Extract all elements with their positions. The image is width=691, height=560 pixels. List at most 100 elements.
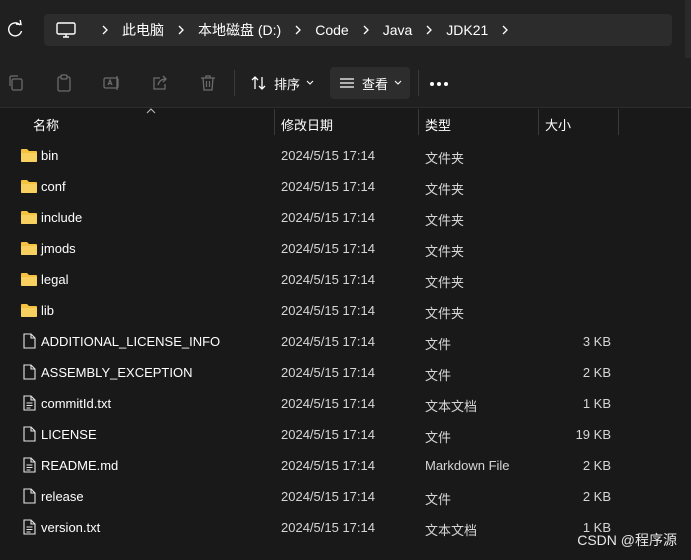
file-row[interactable]: release 2024/5/15 17:14 文件 2 KB — [0, 481, 691, 512]
view-label: 查看 — [362, 76, 389, 92]
breadcrumb-item-this-pc[interactable]: 此电脑 — [122, 20, 164, 40]
file-name: commitId.txt — [41, 396, 112, 411]
chevron-right-icon[interactable] — [498, 23, 512, 37]
file-type: 文件夹 — [425, 182, 465, 197]
breadcrumb-item-java[interactable]: Java — [383, 22, 413, 38]
breadcrumb-item-drive-d[interactable]: 本地磁盘 (D:) — [198, 20, 281, 40]
file-date: 2024/5/15 17:14 — [281, 303, 375, 318]
address-bar: 此电脑 本地磁盘 (D:) Code Java JDK21 — [0, 0, 691, 58]
file-type: 文件 — [425, 492, 452, 507]
chevron-right-icon[interactable] — [98, 23, 112, 37]
rename-icon[interactable] — [102, 73, 122, 93]
column-header-date[interactable]: 修改日期 — [281, 115, 333, 134]
more-options-icon[interactable] — [430, 82, 448, 86]
file-type: 文件夹 — [425, 244, 465, 259]
file-date: 2024/5/15 17:14 — [281, 396, 375, 411]
file-type: 文本文档 — [425, 523, 478, 538]
file-name: release — [41, 489, 84, 504]
chevron-right-icon[interactable] — [422, 23, 436, 37]
file-size: 3 KB — [582, 334, 611, 349]
column-header-size[interactable]: 大小 — [545, 115, 571, 134]
file-type: 文件夹 — [425, 306, 465, 321]
file-name: LICENSE — [41, 427, 97, 442]
file-type: 文本文档 — [425, 399, 478, 414]
file-name: ASSEMBLY_EXCEPTION — [41, 365, 193, 380]
file-name: legal — [41, 272, 69, 287]
file-date: 2024/5/15 17:14 — [281, 272, 375, 287]
copy-icon[interactable] — [6, 73, 26, 93]
file-date: 2024/5/15 17:14 — [281, 520, 375, 535]
file-name: jmods — [41, 241, 76, 256]
file-icon — [23, 488, 36, 504]
share-icon[interactable] — [150, 73, 170, 93]
file-row[interactable]: conf 2024/5/15 17:14 文件夹 — [0, 171, 691, 202]
file-size: 1 KB — [582, 396, 611, 411]
file-name: include — [41, 210, 83, 225]
paste-icon[interactable] — [54, 73, 74, 93]
file-date: 2024/5/15 17:14 — [281, 210, 375, 225]
file-row[interactable]: commitId.txt 2024/5/15 17:14 文本文档 1 KB — [0, 388, 691, 419]
folder-icon — [21, 242, 37, 255]
watermark: CSDN @程序源 — [577, 532, 677, 548]
file-date: 2024/5/15 17:14 — [281, 427, 375, 442]
folder-icon — [21, 211, 37, 224]
file-row[interactable]: ASSEMBLY_EXCEPTION 2024/5/15 17:14 文件 2 … — [0, 357, 691, 388]
file-row[interactable]: include 2024/5/15 17:14 文件夹 — [0, 202, 691, 233]
column-divider[interactable] — [274, 109, 275, 135]
column-divider[interactable] — [538, 109, 539, 135]
window-edge — [685, 0, 691, 58]
file-type: Markdown File — [425, 458, 510, 473]
file-type: 文件 — [425, 337, 452, 352]
breadcrumb-item-jdk21[interactable]: JDK21 — [446, 22, 488, 38]
file-date: 2024/5/15 17:14 — [281, 458, 375, 473]
file-row[interactable]: README.md 2024/5/15 17:14 Markdown File … — [0, 450, 691, 481]
file-date: 2024/5/15 17:14 — [281, 148, 375, 163]
sort-ascending-icon — [146, 108, 156, 114]
file-row[interactable]: ADDITIONAL_LICENSE_INFO 2024/5/15 17:14 … — [0, 326, 691, 357]
file-type: 文件夹 — [425, 275, 465, 290]
file-row[interactable]: legal 2024/5/15 17:14 文件夹 — [0, 264, 691, 295]
file-icon — [23, 333, 36, 349]
file-size: 19 KB — [575, 427, 611, 442]
breadcrumb[interactable]: 此电脑 本地磁盘 (D:) Code Java JDK21 — [44, 14, 672, 46]
file-row[interactable]: LICENSE 2024/5/15 17:14 文件 19 KB — [0, 419, 691, 450]
text-file-icon — [23, 519, 36, 535]
file-name: bin — [41, 148, 59, 163]
column-header-type[interactable]: 类型 — [425, 115, 451, 134]
chevron-right-icon[interactable] — [291, 23, 305, 37]
file-icon — [23, 364, 36, 380]
file-row[interactable]: bin 2024/5/15 17:14 文件夹 — [0, 140, 691, 171]
file-size: 2 KB — [582, 458, 611, 473]
toolbar-separator — [418, 70, 419, 96]
chevron-right-icon[interactable] — [359, 23, 373, 37]
breadcrumb-item-code[interactable]: Code — [315, 22, 348, 38]
file-name: version.txt — [41, 520, 101, 535]
file-size: 2 KB — [582, 489, 611, 504]
column-header-name[interactable]: 名称 — [33, 115, 59, 134]
file-row[interactable]: jmods 2024/5/15 17:14 文件夹 — [0, 233, 691, 264]
delete-icon[interactable] — [198, 73, 218, 93]
sort-button[interactable]: 排序 — [242, 67, 322, 99]
file-name: lib — [41, 303, 55, 318]
column-header-row: 名称 修改日期 类型 大小 — [0, 108, 691, 136]
command-bar: 排序 查看 — [0, 58, 691, 108]
file-size: 2 KB — [582, 365, 611, 380]
view-button[interactable]: 查看 — [330, 67, 410, 99]
file-type: 文件夹 — [425, 151, 465, 166]
file-type: 文件夹 — [425, 213, 465, 228]
sort-icon — [251, 76, 266, 90]
file-date: 2024/5/15 17:14 — [281, 489, 375, 504]
column-divider[interactable] — [618, 109, 619, 135]
file-date: 2024/5/15 17:14 — [281, 365, 375, 380]
column-divider[interactable] — [418, 109, 419, 135]
folder-icon — [21, 304, 37, 317]
file-row[interactable]: lib 2024/5/15 17:14 文件夹 — [0, 295, 691, 326]
computer-icon[interactable] — [56, 22, 76, 38]
chevron-right-icon[interactable] — [174, 23, 188, 37]
refresh-icon[interactable] — [6, 20, 24, 40]
folder-icon — [21, 180, 37, 193]
folder-icon — [21, 149, 37, 162]
chevron-down-icon — [394, 80, 402, 85]
file-date: 2024/5/15 17:14 — [281, 179, 375, 194]
file-name: conf — [41, 179, 66, 194]
